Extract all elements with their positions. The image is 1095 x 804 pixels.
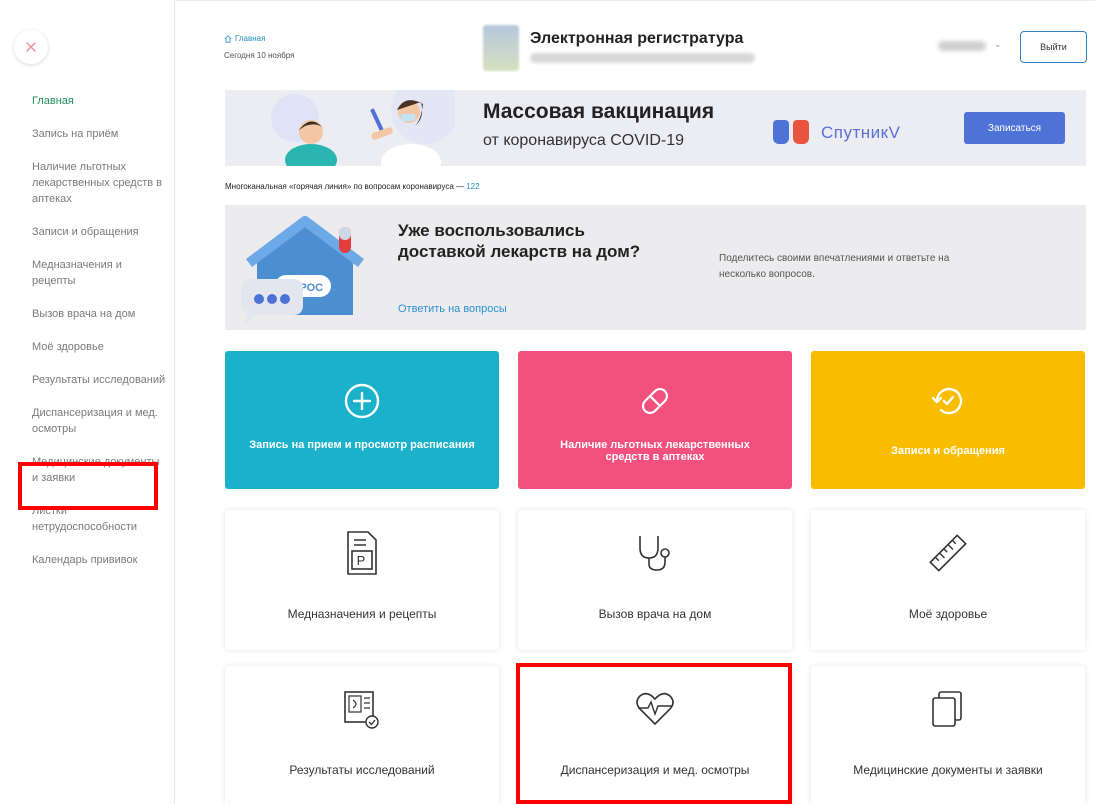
plus-circle-icon (344, 383, 380, 419)
tile-prescriptions-label: Медназначения и рецепты (287, 607, 437, 621)
tile-results-label: Результаты исследований (289, 763, 435, 777)
tile-highlight-box (516, 663, 792, 804)
sidebar-highlight-box (18, 462, 158, 510)
chevron-down-icon[interactable]: ⌄ (994, 39, 1002, 50)
tile-records[interactable]: Записи и обращения (811, 351, 1085, 489)
logout-button[interactable]: Выйти (1020, 31, 1087, 63)
tile-appointment-label: Запись на прием и просмотр расписания (249, 439, 475, 451)
breadcrumb[interactable]: Главная (224, 34, 265, 43)
svg-text:P: P (357, 553, 366, 568)
tile-my-health-label: Моё здоровье (908, 607, 988, 621)
sidebar-item-my-health[interactable]: Моё здоровье (32, 339, 167, 355)
tile-documents-label: Медицинские документы и заявки (853, 763, 1043, 777)
logo (483, 25, 519, 71)
page-title: Электронная регистратура (530, 30, 744, 47)
tile-documents[interactable]: Медицинские документы и заявки (811, 666, 1085, 804)
user-name-blurred[interactable] (938, 41, 986, 51)
banner-title: Массовая вакцинация (483, 100, 715, 123)
close-button[interactable] (14, 30, 48, 64)
tile-home-visit[interactable]: Вызов врача на дом (518, 510, 792, 650)
current-date: Сегодня 10 ноября (224, 51, 295, 60)
sidebar: Главная Запись на приём Наличие льготных… (0, 0, 175, 804)
pill-icon (641, 387, 669, 415)
hotline-number[interactable]: 122 (466, 182, 479, 191)
history-icon (931, 387, 963, 415)
organization-name-blurred (530, 53, 755, 63)
sidebar-item-records[interactable]: Записи и обращения (32, 224, 167, 240)
tile-prescriptions[interactable]: P Медназначения и рецепты (225, 510, 499, 650)
tile-medicines[interactable]: Наличие льготных лекарственных средств в… (518, 351, 792, 489)
vaccine-vial-icon (793, 120, 809, 144)
hotline-info: Многоканальная «горячая линия» по вопрос… (225, 182, 480, 191)
sidebar-item-results[interactable]: Результаты исследований (32, 372, 167, 388)
survey-banner: ОПРОС Уже воспользовались доставкой лека… (225, 205, 1086, 330)
sidebar-item-home-visit[interactable]: Вызов врача на дом (32, 306, 167, 322)
sidebar-item-home[interactable]: Главная (32, 93, 167, 109)
lab-results-icon (344, 691, 379, 729)
sidebar-item-prescriptions[interactable]: Медназначения и рецепты (32, 257, 167, 289)
page: Главная Запись на приём Наличие льготных… (0, 0, 1095, 804)
ruler-icon (929, 534, 967, 572)
doctor-illustration (271, 90, 455, 166)
breadcrumb-home[interactable]: Главная (235, 34, 265, 43)
survey-description: Поделитесь своими впечатлениями и ответь… (719, 253, 950, 280)
survey-answer-link[interactable]: Ответить на вопросы (398, 303, 507, 315)
sidebar-nav: Главная Запись на приём Наличие льготных… (32, 93, 167, 585)
tile-results[interactable]: Результаты исследований (225, 666, 499, 804)
sidebar-item-appointment[interactable]: Запись на приём (32, 126, 167, 142)
home-icon (224, 34, 232, 43)
stethoscope-icon (639, 536, 670, 571)
survey-title: Уже воспользовались доставкой лекарств н… (398, 221, 641, 261)
sidebar-item-medicines[interactable]: Наличие льготных лекарственных средств в… (32, 159, 167, 207)
tile-appointment[interactable]: Запись на прием и просмотр расписания (225, 351, 499, 489)
sidebar-item-vaccination-calendar[interactable]: Календарь прививок (32, 552, 167, 568)
tile-home-visit-label: Вызов врача на дом (598, 607, 712, 621)
survey-house-icon: ОПРОС (241, 216, 364, 325)
tile-medicines-label: Наличие льготных лекарственных средств в… (560, 439, 750, 463)
vaccination-banner[interactable]: Массовая вакцинация от коронавируса COVI… (225, 90, 1086, 166)
banner-subtitle: от коронавируса COVID-19 (483, 132, 685, 149)
prescription-icon: P (347, 531, 377, 575)
header: Главная Сегодня 10 ноября Электронная ре… (176, 0, 1095, 78)
vaccine-brand: СпутникV (821, 123, 901, 142)
vaccination-signup-button[interactable]: Записаться (964, 112, 1065, 144)
documents-icon (932, 691, 962, 727)
tile-my-health[interactable]: Моё здоровье (811, 510, 1085, 650)
close-icon (26, 42, 36, 52)
hotline-text: Многоканальная «горячая линия» по вопрос… (225, 182, 467, 191)
vaccine-vial-icon (773, 120, 789, 144)
sidebar-item-checkups[interactable]: Диспансеризация и мед. осмотры (32, 405, 167, 437)
tile-records-label: Записи и обращения (891, 445, 1005, 457)
